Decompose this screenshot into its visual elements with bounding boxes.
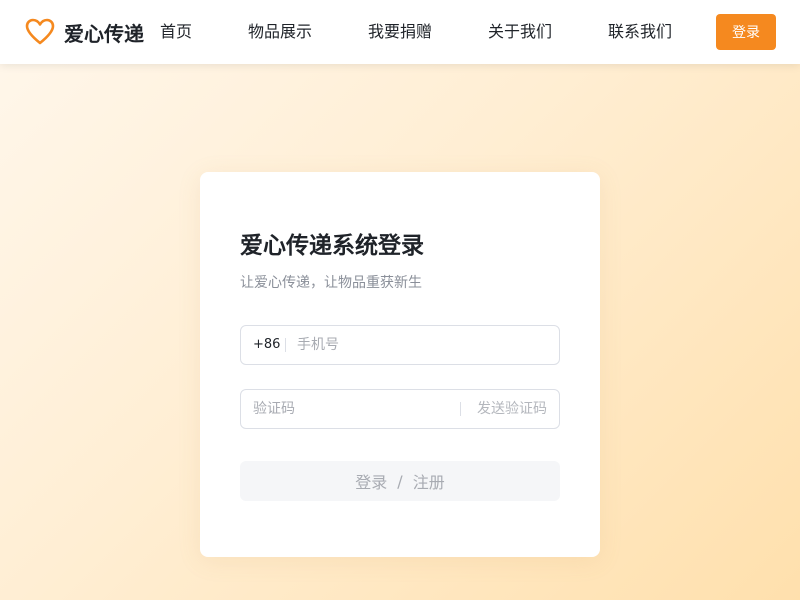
nav-item-contact[interactable]: 联系我们 (608, 22, 672, 42)
verification-code-input[interactable] (253, 390, 453, 428)
login-subtitle: 让爱心传递，让物品重获新生 (240, 275, 422, 291)
login-card: 爱心传递系统登录 让爱心传递，让物品重获新生 +86 发送验证码 登录 / 注册 (200, 172, 600, 557)
nav-item-donate[interactable]: 我要捐赠 (368, 22, 432, 42)
top-header: 爱心传递 首页 物品展示 我要捐赠 关于我们 联系我们 登录 (0, 0, 800, 64)
nav-item-about[interactable]: 关于我们 (488, 22, 552, 42)
logo[interactable]: 爱心传递 (24, 16, 144, 48)
submit-separator: / (397, 471, 403, 491)
phone-field: +86 (240, 325, 560, 365)
logo-text: 爱心传递 (64, 21, 144, 46)
submit-login-label: 登录 (355, 473, 388, 492)
phone-input[interactable] (297, 326, 547, 364)
code-divider (460, 402, 461, 416)
heart-icon (25, 18, 55, 45)
verification-code-field: 发送验证码 (240, 389, 560, 429)
login-title: 爱心传递系统登录 (240, 233, 424, 259)
submit-register-label: 注册 (412, 473, 445, 492)
country-code-prefix: +86 (253, 337, 281, 352)
nav-item-items[interactable]: 物品展示 (248, 22, 312, 42)
login-register-button[interactable]: 登录 / 注册 (240, 461, 560, 501)
header-login-button[interactable]: 登录 (716, 14, 776, 50)
nav-item-home[interactable]: 首页 (160, 22, 192, 42)
prefix-divider (285, 338, 286, 352)
send-code-button[interactable]: 发送验证码 (477, 390, 547, 428)
